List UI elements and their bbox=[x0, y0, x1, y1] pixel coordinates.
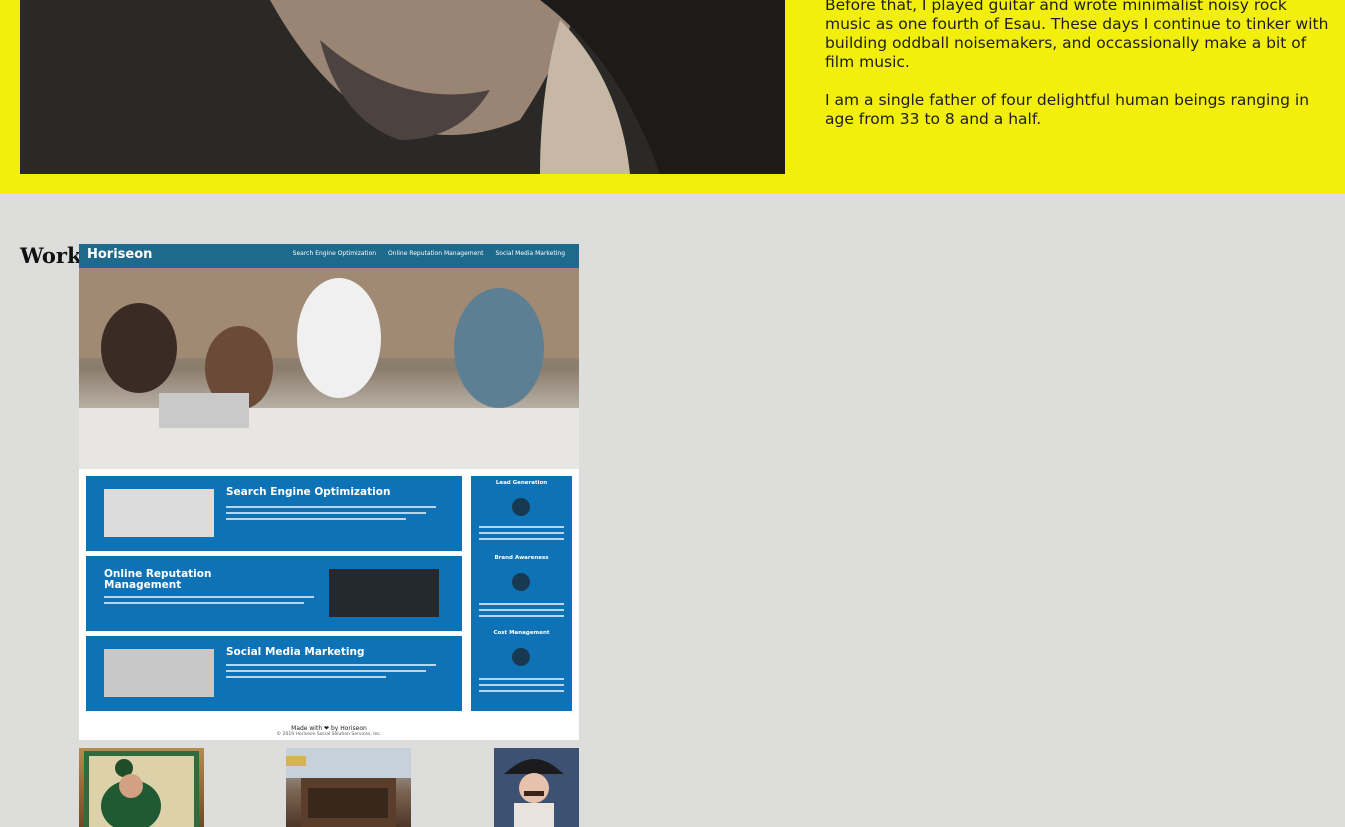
horiseon-nav-item: Social Media Marketing bbox=[495, 250, 565, 257]
about-section: Before that, I played guitar and wrote m… bbox=[0, 0, 1345, 194]
lead-icon bbox=[512, 498, 530, 516]
portrait-photo bbox=[20, 0, 785, 174]
horiseon-nav: Horiseon Search Engine Optimization Onli… bbox=[79, 244, 579, 268]
horiseon-nav-item: Online Reputation Management bbox=[388, 250, 484, 257]
cost-icon bbox=[512, 648, 530, 666]
project-thumbnail-amplifier[interactable] bbox=[286, 748, 411, 827]
horiseon-sidebar: Lead Generation Brand Awareness Cost Man… bbox=[471, 476, 572, 711]
brand-icon bbox=[512, 573, 530, 591]
bio-paragraph: Before that, I played guitar and wrote m… bbox=[825, 0, 1329, 71]
project-thumbnail-baseball-card[interactable] bbox=[79, 748, 204, 827]
horiseon-footer: Made with ❤ by Horiseon bbox=[291, 725, 367, 732]
work-heading: Work bbox=[20, 243, 82, 268]
horiseon-copyright: © 2019 Horiseon Social Solution Services… bbox=[276, 732, 382, 737]
horiseon-card-reputation: Online Reputation Management bbox=[86, 556, 462, 631]
bio-text: Before that, I played guitar and wrote m… bbox=[825, 0, 1330, 148]
project-thumbnail-child-costume[interactable] bbox=[494, 748, 579, 827]
horiseon-nav-item: Search Engine Optimization bbox=[292, 250, 377, 257]
horiseon-card-seo: Search Engine Optimization bbox=[86, 476, 462, 551]
horiseon-hero-image bbox=[79, 268, 579, 469]
horiseon-brand: Horiseon bbox=[87, 247, 153, 262]
horiseon-card-social: Social Media Marketing bbox=[86, 636, 462, 711]
bio-paragraph: I am a single father of four delightful … bbox=[825, 91, 1310, 128]
project-horiseon-screenshot[interactable]: Horiseon Search Engine Optimization Onli… bbox=[79, 244, 579, 740]
portrait-image bbox=[20, 0, 785, 174]
